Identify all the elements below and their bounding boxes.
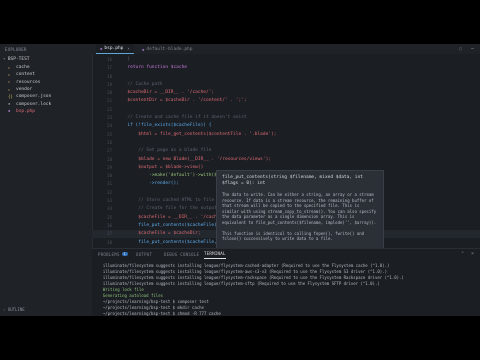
code-line: $blade = new Blade(__DIR__ . '/resources…: [122, 156, 272, 162]
line-number-gutter: 16 17 18 19 20 21 22 23 24 25 26 27 28 29 30 31 32 33 34 35…: [92, 56, 114, 247]
code-line: // Cache path: [122, 81, 163, 87]
tab-label: DEBUG CONSOLE: [164, 251, 200, 257]
tab-label: bsp.php: [104, 46, 124, 51]
tree-item[interactable]: {} composer.json: [0, 93, 92, 100]
line-number: 24: [107, 123, 112, 129]
line-number: 33: [107, 198, 112, 204]
line-number: 18: [107, 73, 112, 79]
explorer-sidebar: EXPLORER ▾ BSP-TEST ▸ cache ▸ content ▸ resou…: [0, 44, 93, 316]
line-number: 26: [107, 139, 112, 145]
tab-label: PROBLEMS: [98, 251, 120, 257]
code-line: // Create and cache file if it doesn't e…: [122, 115, 247, 121]
code-line: $contentDir = $cacheDir . '/content/' . …: [122, 98, 247, 104]
tree-item-label: composer.json: [16, 94, 52, 100]
function-signature: file_put_contents(string $filename, mixe…: [222, 175, 363, 186]
tree-item-label: bsp.php: [16, 108, 35, 114]
line-number: 38: [107, 239, 112, 245]
split-editor-icon[interactable]: ▯: [459, 46, 462, 52]
tab-bsp-php[interactable]: ◆ bsp.php ×: [96, 44, 134, 54]
tab-terminal[interactable]: TERMINAL: [204, 249, 226, 259]
editor-tab-bar: ◆ bsp.php × ◆ default-blade.php ▯ …: [92, 44, 480, 54]
tab-problems[interactable]: PROBLEMS 1: [98, 249, 129, 259]
tree-item-label: cache: [16, 65, 30, 71]
code-line: $html = file_get_contents($contentFile .…: [122, 131, 277, 137]
line-number: 29: [107, 164, 112, 170]
code-line: }: [122, 57, 131, 62]
line-number: 30: [107, 173, 112, 179]
tree-item-label: resources: [16, 79, 41, 85]
tree-item[interactable]: ◆ bsp.php: [0, 108, 92, 115]
line-number: 16: [107, 57, 112, 62]
video-frame: EXPLORER ▾ BSP-TEST ▸ cache ▸ content ▸ resou…: [0, 0, 480, 360]
line-number: 37: [107, 231, 112, 237]
php-file-icon: ◆: [8, 108, 11, 114]
line-number: 31: [107, 181, 112, 187]
line-number: 20: [107, 90, 112, 96]
php-file-icon: ◆: [100, 46, 103, 51]
code-line: // Set page as a blade file: [122, 148, 212, 154]
folder-icon: ▸: [8, 86, 11, 92]
tab-label: OUTPUT: [136, 251, 153, 257]
lock-file-icon: ▪: [8, 101, 11, 107]
project-folder[interactable]: ▾ BSP-TEST: [3, 56, 30, 62]
function-description: This function is identical to calling fo…: [222, 230, 365, 242]
tree-item-label: content: [16, 72, 35, 78]
tab-label: default-blade.php: [146, 46, 193, 52]
line-number: 28: [107, 156, 112, 162]
more-actions-icon[interactable]: …: [471, 45, 474, 51]
line-number: 19: [107, 81, 112, 87]
line-number: 35: [107, 214, 112, 220]
line-number: 32: [107, 189, 112, 195]
outline-section[interactable]: › OUTLINE: [3, 307, 25, 312]
tab-default-blade[interactable]: ◆ default-blade.php: [138, 44, 196, 54]
file-tree: ▸ cache ▸ content ▸ resources ▸ vendor{} compose…: [0, 64, 92, 115]
outline-label: OUTLINE: [7, 307, 25, 312]
tree-item[interactable]: ▸ content: [0, 71, 92, 78]
panel-tab-bar: PROBLEMS 1 OUTPUT DEBUG CONSOLE TERMINAL …: [92, 249, 480, 259]
line-number: 25: [107, 131, 112, 137]
project-folder-label: BSP-TEST: [7, 57, 30, 62]
tree-item-label: composer.lock: [16, 101, 52, 107]
line-number: 21: [107, 98, 112, 104]
tree-item[interactable]: ▸ vendor: [0, 86, 92, 93]
line-number: 17: [107, 65, 112, 71]
tab-debug-console[interactable]: DEBUG CONSOLE: [164, 249, 199, 259]
bottom-panel: PROBLEMS 1 OUTPUT DEBUG CONSOLE TERMINAL …: [92, 248, 480, 316]
line-number: 23: [107, 115, 112, 121]
line-number: 34: [107, 206, 112, 212]
close-panel-icon[interactable]: ×: [471, 251, 474, 257]
folder-icon: ▸: [8, 79, 11, 85]
tree-item[interactable]: ▸ resources: [0, 79, 92, 86]
line-number: 22: [107, 106, 112, 112]
explorer-title: EXPLORER: [5, 47, 27, 52]
code-line: $cacheDir = __DIR__ . '/cache/';: [122, 90, 215, 96]
line-number: 27: [107, 148, 112, 154]
tab-output[interactable]: OUTPUT: [136, 249, 152, 259]
code-line: if (!file_exists($cacheFile)) {: [122, 123, 212, 129]
code-editor-window: EXPLORER ▾ BSP-TEST ▸ cache ▸ content ▸ resou…: [0, 44, 480, 316]
parameter-description: The data to write. Can be either a strin…: [222, 192, 377, 225]
maximize-panel-icon[interactable]: ⌃: [461, 251, 464, 257]
letterbox-top: [0, 0, 480, 44]
line-number: 36: [107, 222, 112, 228]
php-file-icon: ◆: [142, 46, 145, 52]
folder-icon: ▸: [8, 64, 11, 70]
json-file-icon: {}: [8, 93, 13, 99]
tree-item[interactable]: ▪ composer.lock: [0, 100, 92, 107]
problems-count-badge: 1: [121, 252, 129, 256]
letterbox-bottom: [0, 316, 480, 360]
terminal-output[interactable]: illuminate/filesystem suggests installin…: [98, 263, 476, 316]
tree-item-label: vendor: [16, 87, 33, 93]
folder-icon: ▸: [8, 71, 11, 77]
close-icon[interactable]: ×: [127, 46, 129, 51]
tree-item[interactable]: ▸ cache: [0, 64, 92, 71]
code-line: return function $cache: [122, 65, 188, 71]
tab-label: TERMINAL: [204, 251, 226, 256]
